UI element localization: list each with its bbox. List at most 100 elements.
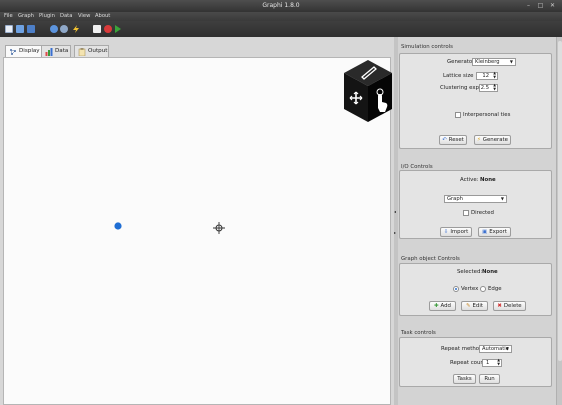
pencil-icon: ✎ bbox=[466, 303, 471, 309]
io-type-select[interactable]: Graph ▼ bbox=[444, 195, 507, 203]
tab-output[interactable]: Output bbox=[74, 45, 109, 57]
chevron-down-icon: ▼ bbox=[505, 346, 509, 351]
import-button-label: Import bbox=[450, 229, 469, 235]
lattice-size-value: 12 bbox=[482, 73, 489, 79]
simulation-controls-header: Simulation controls bbox=[401, 44, 453, 50]
run-button-label: Run bbox=[484, 376, 495, 382]
collapse-left-icon[interactable]: ◂ bbox=[394, 209, 396, 214]
directed-checkbox[interactable] bbox=[463, 210, 469, 216]
graph-object-controls-panel: Selected: None Vertex Edge ✚ Add ✎ Edit ✖ D… bbox=[399, 263, 552, 316]
selected-label: Selected: bbox=[457, 269, 483, 275]
tab-display[interactable]: Display bbox=[5, 45, 42, 57]
tab-data[interactable]: Data bbox=[41, 45, 71, 57]
menu-graph[interactable]: Graph bbox=[18, 12, 34, 21]
generate-button-label: Generate bbox=[482, 137, 508, 143]
title-bar: Graphi 1.8.0 – □ ✕ bbox=[0, 0, 562, 12]
tasks-button-label: Tasks bbox=[457, 376, 472, 382]
menu-file[interactable]: File bbox=[4, 12, 13, 21]
selected-value: None bbox=[482, 269, 498, 275]
task-controls-panel: Repeat method Automatic ▼ Repeat count 1 ▲… bbox=[399, 337, 552, 387]
repeat-count-spinner[interactable]: 1 ▲ ▼ bbox=[482, 358, 502, 367]
generator-label: Generator bbox=[447, 59, 475, 65]
spinner-arrows-icon[interactable]: ▲ ▼ bbox=[497, 358, 500, 367]
import-button[interactable]: ⇩ Import bbox=[440, 227, 472, 237]
spinner-arrows-icon[interactable]: ▲ ▼ bbox=[493, 83, 496, 92]
search-icon[interactable] bbox=[60, 25, 68, 33]
repeat-method-select[interactable]: Automatic ▼ bbox=[479, 345, 512, 353]
new-file-icon[interactable] bbox=[5, 25, 13, 33]
maximize-icon[interactable]: □ bbox=[537, 2, 544, 9]
repeat-method-label: Repeat method bbox=[441, 346, 483, 352]
interpersonal-ties-label: Interpersonal ties bbox=[463, 112, 511, 118]
crosshair-cursor-icon bbox=[213, 222, 225, 234]
add-button[interactable]: ✚ Add bbox=[429, 301, 456, 311]
close-icon[interactable]: ✕ bbox=[549, 2, 556, 9]
tab-output-label: Output bbox=[88, 48, 108, 54]
clustering-exp-spinner[interactable]: 2.5 ▲ ▼ bbox=[479, 83, 498, 92]
app-window: Graphi 1.8.0 – □ ✕ File Graph Plugin Dat… bbox=[0, 0, 562, 405]
chevron-down-icon: ▼ bbox=[500, 196, 504, 201]
lightning-icon[interactable] bbox=[72, 25, 80, 33]
window-title: Graphi 1.8.0 bbox=[262, 2, 300, 9]
generate-button[interactable]: ⚡ Generate bbox=[474, 135, 511, 145]
minimize-icon[interactable]: – bbox=[525, 2, 532, 9]
active-label: Active: bbox=[460, 177, 479, 183]
run-button[interactable]: Run bbox=[479, 374, 500, 384]
task-controls-header: Task controls bbox=[401, 330, 436, 336]
edit-button-label: Edit bbox=[472, 303, 483, 309]
tab-display-label: Display bbox=[19, 48, 40, 54]
import-icon: ⇩ bbox=[443, 229, 449, 235]
play-icon[interactable] bbox=[114, 25, 122, 33]
save-icon[interactable] bbox=[27, 25, 35, 33]
network-icon bbox=[10, 49, 16, 55]
repeat-count-label: Repeat count bbox=[450, 360, 486, 366]
lightning-icon: ⚡ bbox=[477, 137, 481, 143]
edge-label: Edge bbox=[488, 286, 502, 292]
controls-sidebar: Simulation controls Generator Kleinberg ▼… bbox=[398, 37, 556, 405]
refresh-icon[interactable] bbox=[50, 25, 58, 33]
clipboard-icon bbox=[78, 48, 86, 56]
clustering-exp-value: 2.5 bbox=[480, 85, 489, 91]
edge-radio[interactable] bbox=[480, 286, 486, 292]
spinner-arrows-icon[interactable]: ▲ ▼ bbox=[493, 71, 496, 80]
chevron-down-icon: ▼ bbox=[509, 59, 513, 64]
save-icon: ▣ bbox=[482, 229, 488, 235]
simulation-controls-panel: Generator Kleinberg ▼ Lattice size 12 ▲ ▼ C… bbox=[399, 53, 552, 149]
sidebar-scrollbar[interactable] bbox=[556, 37, 562, 405]
reset-button[interactable]: ↶ Reset bbox=[439, 135, 467, 145]
clustering-exp-label: Clustering exp. bbox=[440, 85, 481, 91]
export-button[interactable]: ▣ Export bbox=[478, 227, 511, 237]
toolbar bbox=[0, 21, 562, 37]
reset-button-label: Reset bbox=[448, 137, 464, 143]
open-folder-icon[interactable] bbox=[16, 25, 24, 33]
menu-view[interactable]: View bbox=[78, 12, 90, 21]
bar-chart-icon bbox=[45, 48, 53, 56]
graph-vertex[interactable] bbox=[113, 221, 123, 231]
io-controls-panel: Active: None Graph ▼ Directed ⇩ Import ▣ Ex… bbox=[399, 170, 552, 239]
edit-button[interactable]: ✎ Edit bbox=[461, 301, 488, 311]
vertex-radio[interactable] bbox=[453, 286, 459, 292]
repeat-count-value: 1 bbox=[486, 360, 490, 366]
delete-icon: ✖ bbox=[497, 303, 502, 309]
tasks-button[interactable]: Tasks bbox=[453, 374, 476, 384]
expand-right-icon[interactable]: ▸ bbox=[394, 230, 396, 235]
interpersonal-ties-checkbox[interactable] bbox=[455, 112, 461, 118]
menu-data[interactable]: Data bbox=[60, 12, 72, 21]
document-icon[interactable] bbox=[93, 25, 101, 33]
stop-icon[interactable] bbox=[104, 25, 112, 33]
add-button-label: Add bbox=[440, 303, 451, 309]
repeat-method-value: Automatic bbox=[482, 346, 509, 352]
menu-plugin[interactable]: Plugin bbox=[39, 12, 55, 21]
active-value: None bbox=[480, 177, 496, 183]
generator-value: Kleinberg bbox=[475, 59, 500, 65]
delete-button-label: Delete bbox=[503, 303, 522, 309]
graph-canvas[interactable] bbox=[3, 57, 392, 405]
delete-button[interactable]: ✖ Delete bbox=[493, 301, 526, 311]
menu-about[interactable]: About bbox=[95, 12, 110, 21]
scrollbar-thumb[interactable] bbox=[558, 41, 562, 361]
vertex-label: Vertex bbox=[461, 286, 479, 292]
lattice-size-spinner[interactable]: 12 ▲ ▼ bbox=[476, 71, 498, 80]
left-pane: Display Data Output bbox=[0, 37, 394, 405]
generator-select[interactable]: Kleinberg ▼ bbox=[472, 58, 516, 66]
navigation-cube-icon[interactable] bbox=[341, 58, 395, 126]
